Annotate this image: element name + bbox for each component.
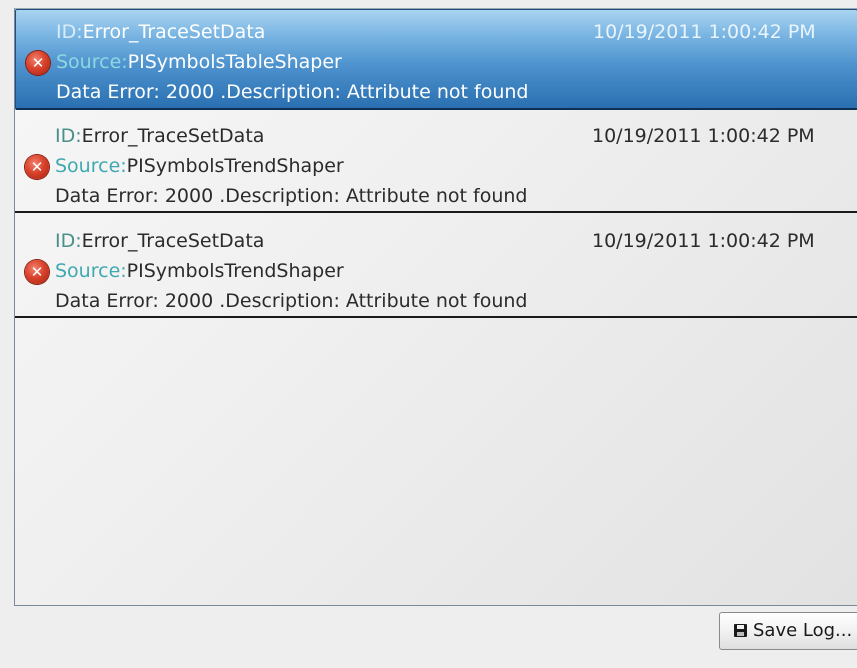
entry-timestamp: 10/19/2011 1:00:42 PM [593,21,816,43]
entry-id-line: ID:Error_TraceSetData [55,229,264,254]
error-icon: ✕ [25,155,49,179]
error-icon: ✕ [26,51,50,75]
entry-id-value: Error_TraceSetData [81,230,265,252]
entry-id-line: ID:Error_TraceSetData [56,20,265,45]
error-icon: ✕ [25,260,49,284]
entry-source-line: Source:PISymbolsTableShaper [56,50,342,75]
disk-icon [734,624,747,637]
entry-id-line: ID:Error_TraceSetData [55,124,264,149]
save-log-button[interactable]: Save Log... [719,612,857,650]
entry-source-value: PISymbolsTableShaper [127,51,342,73]
entry-id-value: Error_TraceSetData [81,125,265,147]
log-entry[interactable]: ✕ ID:Error_TraceSetData 10/19/2011 1:00:… [15,9,857,110]
entry-description: Data Error: 2000 .Description: Attribute… [56,81,529,103]
entry-source-value: PISymbolsTrendShaper [126,260,344,282]
log-list: ✕ ID:Error_TraceSetData 10/19/2011 1:00:… [15,9,857,324]
entry-timestamp: 10/19/2011 1:00:42 PM [592,125,815,147]
entry-source-line: Source:PISymbolsTrendShaper [55,259,344,284]
entry-source-label: Source: [55,155,127,177]
entry-source-line: Source:PISymbolsTrendShaper [55,154,344,179]
log-viewer-window: ✕ ID:Error_TraceSetData 10/19/2011 1:00:… [0,0,857,668]
entry-description: Data Error: 2000 .Description: Attribute… [55,185,528,207]
entry-id-label: ID: [56,21,83,43]
entry-source-value: PISymbolsTrendShaper [126,155,344,177]
log-list-panel[interactable]: ✕ ID:Error_TraceSetData 10/19/2011 1:00:… [14,8,857,606]
entry-id-label: ID: [55,230,82,252]
entry-id-label: ID: [55,125,82,147]
log-entry[interactable]: ✕ ID:Error_TraceSetData 10/19/2011 1:00:… [15,114,857,213]
entry-id-value: Error_TraceSetData [82,21,266,43]
save-log-label: Save Log... [753,620,853,641]
log-entry[interactable]: ✕ ID:Error_TraceSetData 10/19/2011 1:00:… [15,219,857,318]
entry-timestamp: 10/19/2011 1:00:42 PM [592,230,815,252]
entry-source-label: Source: [56,51,128,73]
entry-description: Data Error: 2000 .Description: Attribute… [55,290,528,312]
entry-source-label: Source: [55,260,127,282]
